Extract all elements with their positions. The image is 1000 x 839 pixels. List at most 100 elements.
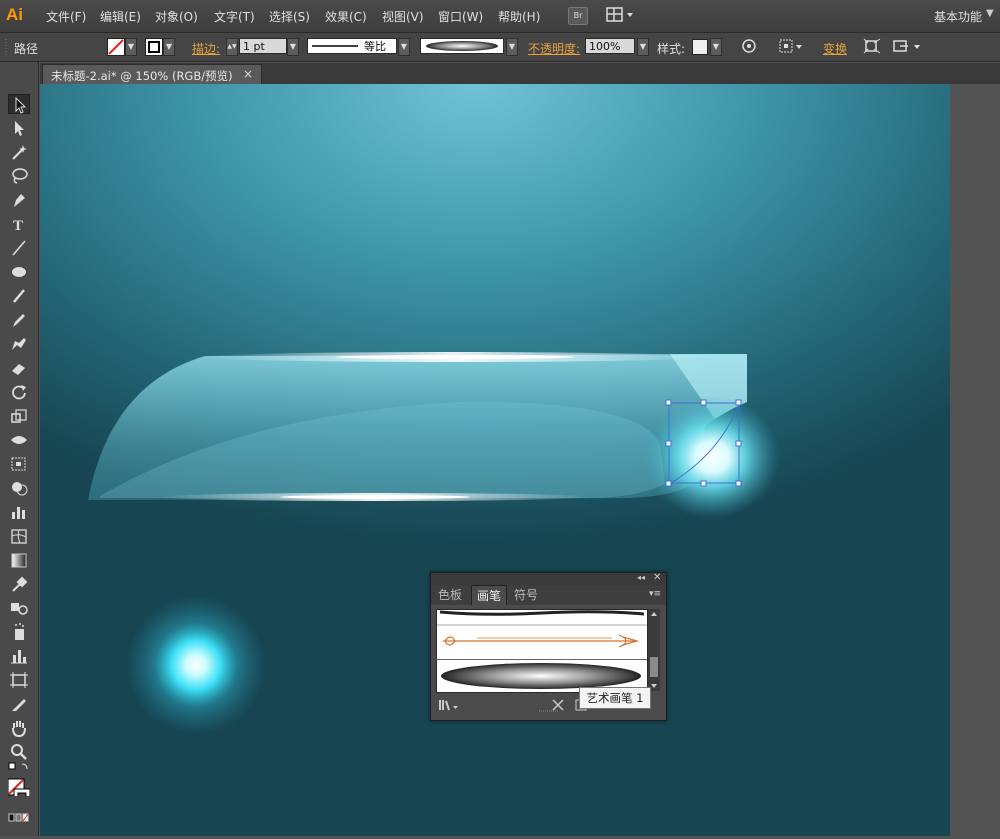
menu-help[interactable]: 帮助(H)	[498, 8, 540, 25]
artboard-canvas[interactable]	[40, 84, 950, 836]
profile-line-icon	[312, 45, 358, 47]
brush-dropdown[interactable]: ▼	[506, 38, 518, 56]
style-dropdown[interactable]: ▼	[710, 38, 722, 56]
close-icon[interactable]: ✕	[653, 572, 661, 583]
panel-titlebar[interactable]	[431, 573, 666, 585]
default-colors-button[interactable]	[8, 762, 30, 776]
opacity-dropdown[interactable]: ▼	[637, 38, 649, 56]
stroke-weight-field[interactable]: 1 pt	[239, 38, 287, 54]
type-tool[interactable]: T	[8, 214, 30, 234]
stroke-dropdown[interactable]: ▼	[163, 38, 175, 56]
eraser-tool[interactable]	[8, 358, 30, 378]
collapse-panel-icon[interactable]: ◂◂	[637, 573, 645, 582]
artboard-icon	[10, 672, 28, 688]
profile-dropdown[interactable]: ▼	[398, 38, 410, 56]
fill-stroke-icon	[7, 778, 31, 806]
bottom-light-core	[280, 495, 470, 499]
app-logo: Ai	[6, 5, 23, 24]
menu-window[interactable]: 窗口(W)	[438, 8, 483, 25]
hand-icon	[12, 721, 26, 738]
selection-tool[interactable]	[8, 94, 30, 114]
pencil-tool[interactable]	[8, 310, 30, 330]
tab-symbols[interactable]: 符号	[509, 585, 543, 605]
menu-type[interactable]: 文字(T)	[214, 8, 255, 25]
lasso-tool[interactable]	[8, 166, 30, 186]
brush-row-charcoal[interactable]	[437, 610, 647, 626]
mesh-tool[interactable]	[8, 526, 30, 546]
workspace-switcher[interactable]: 基本功能	[934, 8, 982, 25]
transform-label[interactable]: 变换	[823, 40, 847, 57]
menu-file[interactable]: 文件(F)	[46, 8, 86, 25]
eraser-icon	[12, 364, 25, 375]
brush-row-decorative[interactable]	[437, 627, 647, 657]
eyedropper-tool[interactable]	[8, 574, 30, 594]
direct-selection-tool[interactable]	[8, 118, 30, 138]
fill-stroke-widget[interactable]	[7, 776, 31, 810]
svg-text:T: T	[13, 218, 23, 234]
pen-tool[interactable]	[8, 190, 30, 210]
resize-grip-icon[interactable]	[539, 709, 559, 715]
paintbrush-tool[interactable]	[8, 286, 30, 306]
menu-select[interactable]: 选择(S)	[269, 8, 310, 25]
recolor-icon	[742, 39, 756, 53]
variable-width-profile[interactable]: 等比	[307, 38, 397, 54]
menu-effect[interactable]: 效果(C)	[325, 8, 367, 25]
align-button[interactable]	[778, 37, 806, 55]
type-icon: T	[13, 218, 23, 234]
isolate-button[interactable]	[892, 37, 922, 55]
fill-swatch[interactable]	[107, 38, 125, 56]
brush-definition[interactable]	[420, 38, 504, 54]
stroke-weight-dropdown[interactable]: ▼	[287, 38, 299, 56]
scroll-thumb[interactable]	[650, 657, 658, 677]
magic-wand-tool[interactable]	[8, 142, 30, 162]
transform-each-button[interactable]	[862, 37, 882, 55]
graph-tool[interactable]	[8, 502, 30, 522]
width-tool[interactable]	[8, 430, 30, 450]
ellipse-tool[interactable]	[8, 262, 30, 282]
toolbox: T	[0, 62, 39, 836]
scale-tool[interactable]	[8, 406, 30, 426]
tab-brushes[interactable]: 画笔	[471, 585, 508, 605]
hand-tool[interactable]	[8, 718, 30, 738]
line-segment-tool[interactable]	[8, 238, 30, 258]
panel-tabs: 色板 画笔 符号	[431, 585, 666, 605]
profile-label: 等比	[364, 40, 386, 53]
opacity-label[interactable]: 不透明度:	[528, 40, 580, 57]
free-transform-tool[interactable]	[8, 454, 30, 474]
symbol-sprayer-tool[interactable]	[8, 622, 30, 642]
bar-graph-icon	[12, 507, 25, 519]
graphic-style-swatch[interactable]	[692, 39, 708, 55]
close-icon[interactable]: ×	[243, 67, 253, 81]
menu-bar: Ai 文件(F) 编辑(E) 对象(O) 文字(T) 选择(S) 效果(C) 视…	[0, 0, 1000, 33]
color-mode-buttons[interactable]	[8, 812, 30, 824]
brush-libraries-icon[interactable]	[437, 698, 459, 712]
isolate-icon	[893, 40, 920, 52]
column-graph-tool[interactable]	[8, 646, 30, 666]
canvas-side-area	[950, 84, 1000, 836]
stroke-swatch[interactable]	[145, 38, 163, 56]
stroke-weight-stepper[interactable]: ▲▼	[226, 38, 238, 56]
zoom-tool[interactable]	[8, 742, 30, 762]
slice-tool[interactable]	[8, 694, 30, 714]
cyan-glow-orb[interactable]	[126, 595, 266, 735]
magic-wand-icon	[12, 145, 27, 160]
document-tab[interactable]: 未标题-2.ai* @ 150% (RGB/预览) ×	[42, 64, 262, 85]
menu-object[interactable]: 对象(O)	[155, 8, 198, 25]
shape-builder-tool[interactable]	[8, 478, 30, 498]
arrange-documents-button[interactable]	[606, 7, 634, 23]
menu-edit[interactable]: 编辑(E)	[100, 8, 141, 25]
blob-brush-tool[interactable]	[8, 334, 30, 354]
bridge-button[interactable]: Br	[568, 7, 588, 25]
menu-view[interactable]: 视图(V)	[382, 8, 424, 25]
gradient-tool[interactable]	[8, 550, 30, 570]
rotate-tool[interactable]	[8, 382, 30, 402]
recolor-artwork-button[interactable]	[739, 37, 759, 55]
panel-menu-icon[interactable]: ▾≡	[649, 589, 661, 599]
stroke-label[interactable]: 描边:	[192, 40, 220, 57]
artboard-tool[interactable]	[8, 670, 30, 690]
fill-dropdown[interactable]: ▼	[125, 38, 137, 56]
blend-tool[interactable]	[8, 598, 30, 618]
tab-swatches[interactable]: 色板	[433, 585, 467, 605]
brush-list-scrollbar[interactable]	[648, 609, 660, 691]
opacity-field[interactable]: 100%	[585, 38, 635, 54]
